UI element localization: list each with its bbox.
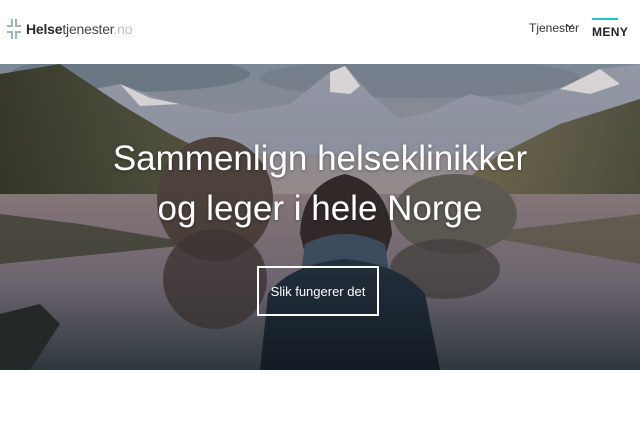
- site-header: Helsetjenester.no Tjenester MENY: [0, 0, 640, 64]
- menu-button[interactable]: MENY: [592, 18, 629, 39]
- logo-tld: .no: [113, 21, 133, 37]
- hero-headline-line-1: Sammenlign helseklinikker: [112, 139, 528, 178]
- cross-brackets-icon: [7, 19, 21, 39]
- site-logo[interactable]: Helsetjenester.no: [6, 18, 133, 40]
- logo-bold: Helse: [26, 21, 63, 37]
- how-it-works-button[interactable]: Slik fungerer det: [257, 266, 379, 316]
- hero-section: Sammenlign helseklinikker og leger i hel…: [0, 64, 640, 370]
- menu-accent-bar: [592, 18, 618, 20]
- chevron-down-icon[interactable]: [566, 22, 574, 30]
- logo-text: Helsetjenester.no: [26, 21, 133, 37]
- hero-headline-line-2: og leger i hele Norge: [157, 189, 483, 228]
- hero-headline: Sammenlign helseklinikker og leger i hel…: [0, 134, 640, 234]
- logo-light: tjenester: [62, 21, 114, 37]
- menu-label: MENY: [592, 25, 629, 39]
